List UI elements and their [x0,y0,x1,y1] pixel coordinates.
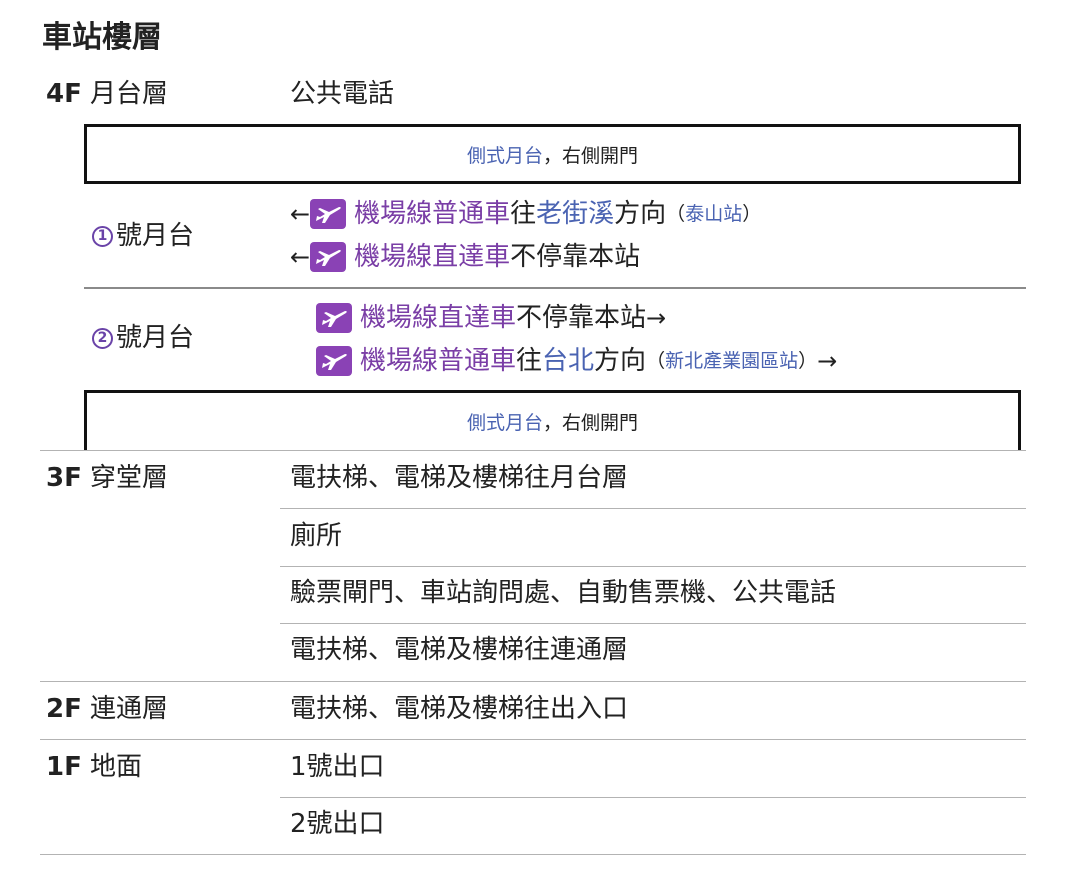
direction-text: 方向 [614,199,667,229]
next-station-link[interactable]: 泰山站 [685,194,742,234]
airplane-icon [316,303,352,333]
paren-close: ） [742,203,762,225]
facility-item: 電扶梯、電梯及樓梯往連通層 [290,635,629,665]
airport-line-local-link[interactable]: 機場線普通車 [360,341,516,381]
facility-item: 1號出口 [290,752,385,782]
platform-label-text: 號月台 [116,323,195,353]
side-platform-box-top: 側式月台 ，右側開門 [84,124,1021,184]
row-divider [280,623,1026,624]
platform-number-badge: 1 [92,225,113,247]
floor-3f-name: 穿堂層 [90,463,169,493]
floor-1f-code: 1F [46,752,82,782]
train-row: 機場線直達車 不停靠本站 → [316,298,666,338]
platform-2-label: 2 號月台 [92,318,194,358]
platform-divider [84,287,1026,289]
destination-link[interactable]: 老街溪 [536,194,614,234]
floor-2f-name: 連通層 [90,694,169,724]
airport-line-express-link[interactable]: 機場線直達車 [360,298,516,338]
row-divider [280,508,1026,509]
train-text: 不停靠本站 [510,242,641,272]
floor-3f-code: 3F [46,463,82,493]
destination-link[interactable]: 台北 [542,341,594,381]
right-arrow-icon: → [817,347,838,375]
train-row: ← 機場線普通車 往 老街溪 方向 （ 泰山站 ） [290,194,761,234]
side-platform-box-bottom: 側式月台 ，右側開門 [84,390,1021,450]
door-side-text: ，右側開門 [543,412,639,434]
floor-divider [40,739,1026,740]
floor-4f-code: 4F [46,79,82,109]
side-platform-link[interactable]: 側式月台 [467,408,543,435]
train-text: 不停靠本站 [516,303,647,333]
table-bottom-border [40,854,1026,855]
paren-close: ） [798,350,818,372]
floor-1f-name: 地面 [90,752,143,782]
train-text: 往 [516,346,543,376]
airplane-icon [310,199,347,229]
facility-item: 驗票閘門、車站詢問處、自動售票機、公共電話 [290,578,837,608]
airport-line-local-link[interactable]: 機場線普通車 [354,194,510,234]
left-arrow-icon: ← [290,243,311,271]
facility-item: 電扶梯、電梯及樓梯往出入口 [290,694,629,724]
right-arrow-icon: → [646,304,667,332]
facility-item: 2號出口 [290,809,385,839]
airplane-icon [316,346,352,376]
floor-divider [40,681,1026,682]
floor-4f-facility: 公共電話 [290,79,395,109]
floor-divider [40,450,1026,451]
row-divider [280,566,1026,567]
platform-label-text: 號月台 [116,221,195,251]
train-row: ← 機場線直達車 不停靠本站 [290,237,640,277]
floor-2f-code: 2F [46,694,82,724]
facility-item: 電扶梯、電梯及樓梯往月台層 [290,463,629,493]
airplane-icon [310,242,347,272]
platform-number-badge: 2 [92,327,113,349]
door-side-text: ，右側開門 [543,144,639,167]
row-divider [280,797,1026,798]
page-title: 車站樓層 [42,20,162,55]
next-station-link[interactable]: 新北產業園區站 [665,341,798,381]
direction-text: 方向 [594,346,647,376]
paren-open: （ [646,350,666,372]
train-text: 往 [510,199,537,229]
airport-line-express-link[interactable]: 機場線直達車 [354,237,510,277]
facility-item: 廁所 [290,521,343,551]
left-arrow-icon: ← [290,200,311,228]
train-row: 機場線普通車 往 台北 方向 （ 新北產業園區站 ） → [316,341,837,381]
platform-1-label: 1 號月台 [92,216,194,256]
paren-open: （ [666,203,686,225]
floor-4f-name: 月台層 [90,79,169,109]
side-platform-link[interactable]: 側式月台 [467,141,543,168]
